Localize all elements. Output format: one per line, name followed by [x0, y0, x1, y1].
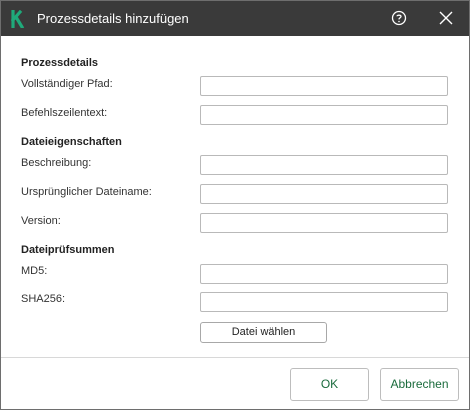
ok-button[interactable]: OK: [290, 368, 369, 401]
full-path-label: Vollständiger Pfad:: [21, 78, 113, 90]
kaspersky-logo-icon: [11, 10, 25, 28]
sha256-input[interactable]: [200, 292, 448, 312]
title-bar: Prozessdetails hinzufügen: [1, 1, 469, 36]
section-process-details: Prozessdetails: [21, 57, 99, 69]
description-label: Beschreibung:: [21, 157, 92, 169]
sha256-label: SHA256:: [21, 293, 66, 305]
dialog-title: Prozessdetails hinzufügen: [37, 11, 189, 26]
md5-label: MD5:: [21, 265, 48, 277]
version-input[interactable]: [200, 213, 448, 233]
description-input[interactable]: [200, 155, 448, 175]
full-path-input[interactable]: [200, 76, 448, 96]
md5-input[interactable]: [200, 264, 448, 284]
footer-divider: [1, 357, 469, 358]
command-line-label: Befehlszeilentext:: [21, 107, 108, 119]
command-line-input[interactable]: [200, 105, 448, 125]
original-filename-label: Ursprünglicher Dateiname:: [21, 186, 152, 198]
dialog-window: Prozessdetails hinzufügen Prozessdetails…: [0, 0, 470, 410]
close-icon[interactable]: [438, 10, 454, 26]
help-circle-icon[interactable]: [391, 10, 407, 26]
cancel-button[interactable]: Abbrechen: [380, 368, 459, 401]
choose-file-button[interactable]: Datei wählen: [200, 322, 327, 343]
section-file-properties: Dateieigenschaften: [21, 136, 122, 148]
section-checksums: Dateiprüfsummen: [21, 244, 115, 256]
original-filename-input[interactable]: [200, 184, 448, 204]
version-label: Version:: [21, 215, 61, 227]
